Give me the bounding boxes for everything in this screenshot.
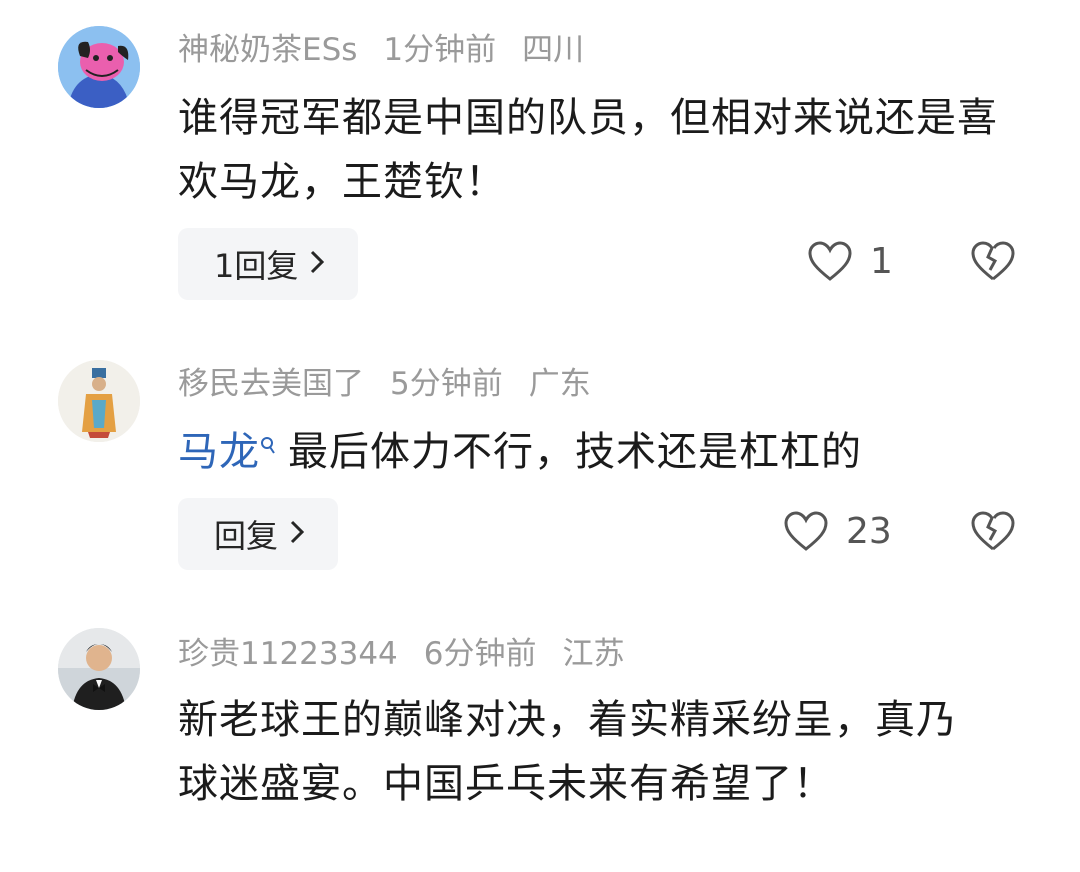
like-count: 23 [846,510,892,552]
reply-label: 1回复 [214,247,299,285]
like-button[interactable]: 23 [782,510,892,552]
like-count: 1 [870,240,893,282]
comment-time: 6分钟前 [423,636,537,672]
comment-text: 马龙 最后体力不行，技术还是杠杠的 [178,420,1028,484]
chevron-right-icon [290,517,305,552]
avatar[interactable] [58,360,140,442]
username[interactable]: 移民去美国了 [178,366,364,402]
reply-label: 回复 [214,517,279,555]
comment-location: 广东 [528,366,591,402]
reply-button[interactable]: 回复 [178,498,339,570]
comment-time: 1分钟前 [383,32,497,68]
username[interactable]: 珍贵11223344 [178,636,398,672]
comment-text: 谁得冠军都是中国的队员，但相对来说还是喜欢马龙，王楚钦！ [178,95,998,205]
heart-outline-icon [808,241,852,281]
dislike-button[interactable] [970,510,1016,556]
search-icon [260,436,276,464]
username[interactable]: 神秘奶茶ESs [178,32,357,68]
mention-label: 马龙 [178,429,260,475]
avatar[interactable] [58,628,140,710]
avatar[interactable] [58,26,140,108]
comment-meta: 珍贵11223344 6分钟前 江苏 [178,634,651,674]
figure-avatar-icon [58,360,140,442]
person-photo-avatar-icon [58,628,140,710]
heart-outline-icon [784,511,828,551]
broken-heart-icon [971,241,1015,281]
comment-text: 新老球王的巅峰对决，着实精采纷呈，真乃球迷盛宴。中国乒乓未来有希望了！ [178,697,957,807]
dislike-button[interactable] [970,240,1016,286]
like-button[interactable]: 1 [806,240,893,282]
reply-button[interactable]: 1回复 [178,228,359,300]
comment-meta: 神秘奶茶ESs 1分钟前 四川 [178,30,610,70]
cartoon-avatar-icon [58,26,140,108]
comment-location: 江苏 [562,636,625,672]
mention-link[interactable]: 马龙 [178,429,288,475]
comment-meta: 移民去美国了 5分钟前 广东 [178,364,617,404]
chevron-right-icon [310,247,325,282]
comment-time: 5分钟前 [390,366,503,402]
broken-heart-icon [971,511,1015,551]
comment-location: 四川 [522,32,585,68]
comment-body: 最后体力不行，技术还是杠杠的 [288,429,862,475]
